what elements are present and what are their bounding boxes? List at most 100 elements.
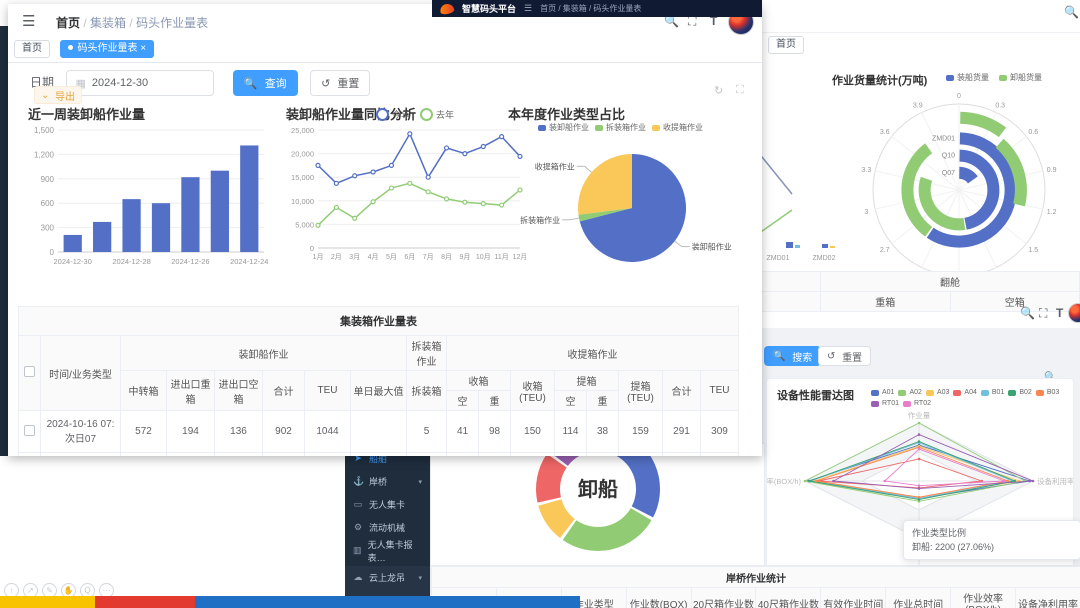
container-ops-table: 集装箱作业量表时间/业务类型装卸船作业拆装箱作业收提箱作业中转箱进出口重箱进出口…	[18, 306, 739, 456]
sidebar-item-2[interactable]: ⚓岸桥▾	[345, 470, 430, 493]
legend-item[interactable]: B02	[1008, 389, 1031, 396]
app-nav-breadcrumb: 首页 / 集装箱 / 码头作业量表	[540, 3, 641, 14]
collapse-menu-icon[interactable]: ☰	[22, 12, 35, 30]
sidebar-item-5[interactable]: ▥无人集卡报表…	[345, 539, 430, 562]
svg-text:7月: 7月	[423, 253, 434, 261]
crane-table-header: 有效作业时间	[821, 588, 886, 608]
legend-item[interactable]: A02	[898, 389, 921, 396]
sidebar-item-3[interactable]: ▭无人集卡	[345, 493, 430, 516]
svg-text:10月: 10月	[476, 253, 491, 261]
select-all-checkbox[interactable]	[24, 366, 35, 377]
pie-chart: 装卸船作业拆装箱作业收提箱作业	[508, 130, 756, 280]
fullscreen-icon[interactable]: ⛶	[1039, 306, 1047, 321]
radar-chart-title: 设备性能雷达图	[777, 387, 854, 403]
search-icon[interactable]: 🔍	[1064, 5, 1079, 19]
svg-text:2月: 2月	[331, 253, 342, 261]
svg-text:作业量: 作业量	[908, 410, 931, 420]
svg-text:25,000: 25,000	[291, 126, 314, 135]
table-row[interactable]: 2024-10-16 07:次日075721941369021044541981…	[19, 411, 739, 453]
tab-bar: 首页 码头作业量表 ×	[8, 36, 762, 63]
svg-text:作业效率(BOX/h): 作业效率(BOX/h)	[767, 476, 801, 486]
svg-text:5,000: 5,000	[295, 220, 314, 229]
machine-icon: ⚙	[353, 522, 363, 533]
svg-text:8月: 8月	[441, 253, 452, 261]
tab-dock-report[interactable]: 码头作业量表 ×	[60, 40, 154, 58]
svg-text:1月: 1月	[313, 253, 324, 261]
date-input[interactable]: ▦ 2024-12-30	[66, 70, 214, 96]
svg-text:4月: 4月	[368, 253, 379, 261]
search-icon[interactable]: 🔍	[1020, 306, 1035, 320]
refresh-icon[interactable]: ↻	[714, 84, 723, 97]
svg-text:Q10: Q10	[942, 153, 955, 160]
sidebar-item-4[interactable]: ⚙流动机械	[345, 516, 430, 539]
svg-text:5月: 5月	[386, 253, 397, 261]
svg-text:1.5: 1.5	[1028, 247, 1038, 254]
legend-item[interactable]: B01	[981, 389, 1004, 396]
svg-text:0: 0	[957, 93, 961, 100]
svg-text:ZMD01: ZMD01	[767, 255, 790, 262]
search-button[interactable]: 🔍 搜索	[764, 346, 821, 366]
row-checkbox[interactable]	[24, 425, 35, 436]
legend-item[interactable]: A01	[871, 389, 894, 396]
main-window: ☰ 首页 / 集装箱 / 码头作业量表 🔍 ⛶ T 首页 码头作业量表 × 日期…	[8, 4, 762, 456]
dark-app-header: 智慧码头平台 ☰ 首页 / 集装箱 / 码头作业量表	[432, 0, 762, 17]
svg-text:20,000: 20,000	[291, 150, 314, 159]
table-row[interactable]: 2024-10-16 至 202	[19, 453, 739, 457]
flip-col-full: 重箱	[821, 292, 951, 312]
crane-table-header: 40尺箱作业数	[756, 588, 821, 608]
reset-button[interactable]: ↺ 重置	[310, 70, 370, 96]
legend-item[interactable]: B03	[1036, 389, 1059, 396]
legend-item[interactable]: 今年	[376, 108, 410, 121]
tab-home[interactable]: 首页	[14, 40, 50, 58]
flip-group-header: 翻舱	[821, 272, 1080, 292]
taskbar-segment-red[interactable]	[95, 596, 195, 608]
svg-text:2024-12-28: 2024-12-28	[112, 257, 150, 266]
polar-legend: 装船货量卸船货量	[946, 72, 1042, 83]
svg-text:11月: 11月	[494, 253, 508, 261]
export-tag[interactable]: ⌄ 导出	[34, 86, 82, 104]
divider	[758, 32, 1080, 33]
bar-chart: 03006009001,2001,5002024-12-302024-12-28…	[20, 120, 270, 278]
legend-item[interactable]: A03	[926, 389, 949, 396]
svg-text:1,500: 1,500	[34, 126, 55, 135]
legend-item[interactable]: 去年	[420, 108, 454, 121]
svg-text:1.2: 1.2	[1047, 209, 1057, 216]
donut-card: 卸船	[430, 443, 765, 567]
legend-item[interactable]: 装船货量	[946, 72, 989, 83]
taskbar-segment-blue[interactable]	[195, 596, 580, 608]
svg-text:15,000: 15,000	[291, 173, 314, 182]
svg-text:设备利用率(%): 设备利用率(%)	[1037, 476, 1073, 486]
crane-table-header: 20尺箱作业数	[691, 588, 756, 608]
font-size-icon[interactable]: T	[1056, 306, 1063, 320]
svg-text:9月: 9月	[459, 253, 470, 261]
reset-button[interactable]: ↺ 重置	[818, 346, 871, 366]
breadcrumb: 首页 / 集装箱 / 码头作业量表	[56, 14, 208, 31]
cloud-icon: ☁	[353, 572, 363, 583]
svg-text:拆装箱作业: 拆装箱作业	[520, 215, 560, 225]
svg-text:Q07: Q07	[942, 170, 955, 177]
partial-chart: ZMD01ZMD02	[758, 138, 848, 268]
legend-item[interactable]: 卸船货量	[999, 72, 1042, 83]
right-window: 🔍 首页 作业货量统计(万吨) 装船货量卸船货量 00.30.60.91.21.…	[758, 0, 1080, 608]
truck-icon: ▭	[353, 499, 363, 510]
svg-text:3.6: 3.6	[880, 129, 890, 136]
screen: 🔍 首页 作业货量统计(万吨) 装船货量卸船货量 00.30.60.91.21.…	[0, 0, 1080, 608]
app-brand: 智慧码头平台	[462, 2, 516, 15]
avatar[interactable]	[1068, 303, 1080, 323]
polar-chart: 00.30.60.91.21.51.82.12.42.733.33.63.9Q0…	[824, 84, 1074, 294]
hamburger-icon[interactable]: ☰	[524, 3, 532, 14]
line-legend: 今年去年	[376, 108, 454, 121]
svg-text:3.9: 3.9	[913, 102, 923, 109]
right-tab-home[interactable]: 首页	[768, 36, 804, 54]
taskbar-segment-yellow[interactable]	[0, 596, 95, 608]
svg-text:3.3: 3.3	[862, 167, 872, 174]
svg-text:2024-12-30: 2024-12-30	[54, 257, 92, 266]
query-button[interactable]: 🔍 查询	[233, 70, 298, 96]
svg-text:0.6: 0.6	[1028, 129, 1038, 136]
pie-chart-title: 本年度作业类型占比	[508, 104, 625, 123]
svg-text:3月: 3月	[349, 253, 360, 261]
svg-text:2024-12-24: 2024-12-24	[230, 257, 268, 266]
legend-item[interactable]: A04	[953, 389, 976, 396]
app-logo-icon	[439, 2, 455, 15]
expand-icon[interactable]: ⛶	[736, 84, 744, 97]
